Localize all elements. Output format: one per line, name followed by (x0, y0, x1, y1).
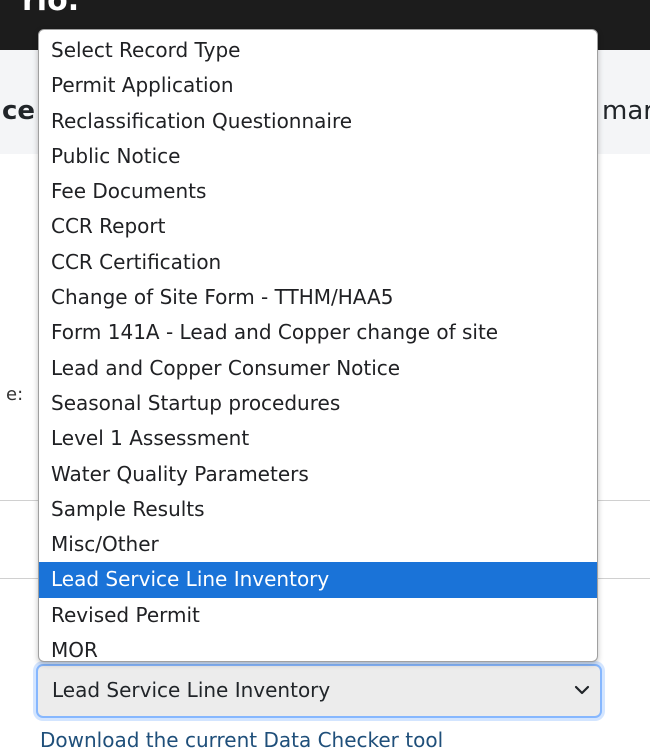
record-type-label-fragment: e: (6, 384, 24, 405)
record-type-dropdown-list[interactable]: Select Record Type Permit Application Recl… (38, 29, 598, 662)
dropdown-option[interactable]: Lead and Copper Consumer Notice (39, 351, 597, 386)
dropdown-option[interactable]: Public Notice (39, 139, 597, 174)
page-heading-fragment-left: ce (2, 96, 36, 126)
dropdown-option[interactable]: Change of Site Form - TTHM/HAA5 (39, 280, 597, 315)
record-type-select[interactable]: Lead Service Line Inventory (36, 664, 602, 718)
dropdown-option[interactable]: Select Record Type (39, 33, 597, 68)
dropdown-option[interactable]: Fee Documents (39, 174, 597, 209)
dropdown-option[interactable]: MOR (39, 633, 597, 661)
dropdown-option[interactable]: Revised Permit (39, 598, 597, 633)
download-data-checker-link[interactable]: Download the current Data Checker tool (40, 728, 443, 752)
dropdown-option[interactable]: Water Quality Parameters (39, 457, 597, 492)
dropdown-option[interactable]: CCR Report (39, 209, 597, 244)
navbar-title-fragment: rio. (22, 0, 80, 18)
dropdown-option[interactable]: Reclassification Questionnaire (39, 104, 597, 139)
dropdown-option[interactable]: Form 141A - Lead and Copper change of si… (39, 315, 597, 350)
dropdown-option[interactable]: Lead Service Line Inventory (39, 562, 597, 598)
dropdown-option[interactable]: CCR Certification (39, 245, 597, 280)
dropdown-option[interactable]: Level 1 Assessment (39, 421, 597, 456)
dropdown-option[interactable]: Sample Results (39, 492, 597, 527)
dropdown-option[interactable]: Misc/Other (39, 527, 597, 562)
dropdown-option[interactable]: Permit Application (39, 68, 597, 103)
record-type-select-value: Lead Service Line Inventory (52, 678, 331, 702)
dropdown-option[interactable]: Seasonal Startup procedures (39, 386, 597, 421)
chevron-down-icon (574, 685, 590, 695)
page-heading-fragment-right: mar (602, 96, 650, 126)
